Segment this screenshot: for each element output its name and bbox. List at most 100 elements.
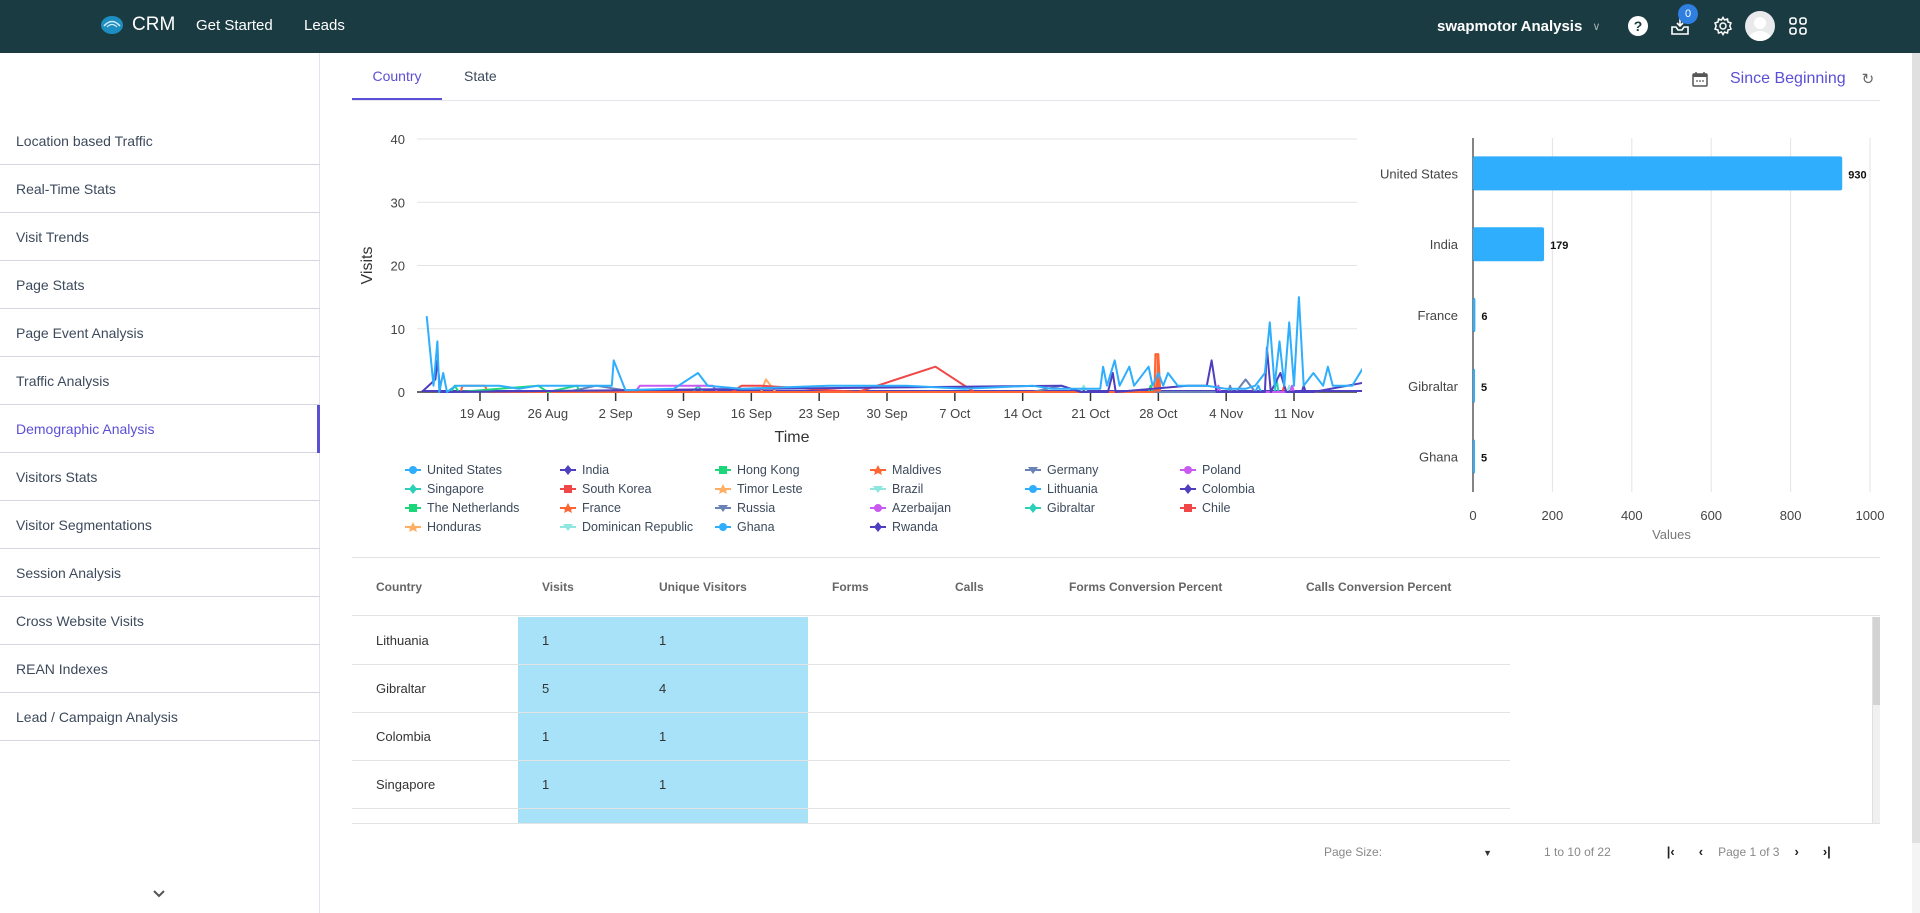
apps-grid-icon[interactable] bbox=[1786, 14, 1810, 38]
col-forms-conversion[interactable]: Forms Conversion Percent bbox=[1045, 580, 1282, 594]
page-scrollbar-thumb[interactable] bbox=[1912, 53, 1920, 843]
table-row[interactable]: Lithuania 1 1 bbox=[352, 617, 1510, 665]
bar-france[interactable] bbox=[1473, 298, 1476, 332]
bar-ghana[interactable] bbox=[1473, 439, 1475, 474]
legend-item[interactable]: South Korea bbox=[560, 481, 715, 497]
sidebar-item-label: Page Stats bbox=[16, 276, 85, 293]
legend-item[interactable]: Honduras bbox=[405, 519, 560, 535]
settings-gear-icon[interactable] bbox=[1711, 14, 1735, 38]
cell-visits: 1 bbox=[518, 761, 635, 808]
legend-item[interactable]: Hong Kong bbox=[715, 462, 870, 478]
legend-item[interactable]: Gibraltar bbox=[1025, 500, 1180, 516]
legend-item[interactable]: Maldives bbox=[870, 462, 1025, 478]
table-row[interactable] bbox=[352, 809, 1510, 824]
sidebar-item-demographic-analysis[interactable]: Demographic Analysis bbox=[0, 405, 320, 453]
legend-item[interactable]: Singapore bbox=[405, 481, 560, 497]
legend-item[interactable]: Lithuania bbox=[1025, 481, 1180, 497]
sidebar-item-rean-indexes[interactable]: REAN Indexes bbox=[0, 645, 320, 693]
legend-item[interactable]: India bbox=[560, 462, 715, 478]
col-forms[interactable]: Forms bbox=[808, 580, 931, 594]
help-icon[interactable]: ? bbox=[1626, 14, 1650, 38]
col-unique-visitors[interactable]: Unique Visitors bbox=[635, 580, 808, 594]
sidebar: Location based Traffic Real-Time Stats Vis… bbox=[0, 53, 320, 913]
bar-value-label: 5 bbox=[1481, 453, 1487, 465]
bar-gibraltar[interactable] bbox=[1473, 368, 1475, 403]
sidebar-item-visitor-segmentations[interactable]: Visitor Segmentations bbox=[0, 501, 320, 549]
tab-state[interactable]: State bbox=[442, 53, 519, 101]
legend-marker-diamond-icon bbox=[1180, 484, 1196, 494]
table-scrollbar-thumb[interactable] bbox=[1873, 617, 1880, 705]
legend-item[interactable]: Chile bbox=[1180, 500, 1335, 516]
col-country[interactable]: Country bbox=[352, 580, 518, 594]
series-line-india[interactable] bbox=[421, 297, 1362, 393]
sidebar-item-page-stats[interactable]: Page Stats bbox=[0, 261, 320, 309]
sidebar-item-visit-trends[interactable]: Visit Trends bbox=[0, 213, 320, 261]
legend-item[interactable]: Azerbaijan bbox=[870, 500, 1025, 516]
sidebar-item-cross-website-visits[interactable]: Cross Website Visits bbox=[0, 597, 320, 645]
col-visits[interactable]: Visits bbox=[518, 580, 635, 594]
legend-label: Dominican Republic bbox=[582, 520, 694, 534]
sidebar-item-lead-campaign-analysis[interactable]: Lead / Campaign Analysis bbox=[0, 693, 320, 741]
nav-leads[interactable]: Leads bbox=[304, 17, 345, 34]
prev-page-button[interactable]: ‹ bbox=[1699, 844, 1703, 859]
table-row[interactable]: Gibraltar 5 4 bbox=[352, 665, 1510, 713]
legend-item[interactable]: Poland bbox=[1180, 462, 1335, 478]
sidebar-item-label: Lead / Campaign Analysis bbox=[16, 708, 178, 725]
legend-label: Rwanda bbox=[892, 520, 938, 534]
table-row[interactable]: Colombia 1 1 bbox=[352, 713, 1510, 761]
chevron-down-icon[interactable] bbox=[152, 889, 166, 899]
tab-country[interactable]: Country bbox=[352, 53, 442, 101]
table-scrollbar[interactable] bbox=[1872, 617, 1880, 824]
legend-item[interactable]: Dominican Republic bbox=[560, 519, 715, 535]
legend-label: Maldives bbox=[892, 463, 942, 477]
tab-bar: Country State bbox=[352, 53, 519, 101]
bar-india[interactable] bbox=[1473, 227, 1545, 262]
date-range-label[interactable]: Since Beginning bbox=[1730, 70, 1846, 88]
cell-unique: 1 bbox=[635, 713, 808, 760]
cell-visits bbox=[518, 809, 635, 824]
crm-logo-icon[interactable] bbox=[100, 15, 124, 35]
legend-item[interactable]: Rwanda bbox=[870, 519, 1025, 535]
legend-item[interactable]: Ghana bbox=[715, 519, 870, 535]
avatar[interactable] bbox=[1745, 11, 1775, 41]
col-calls[interactable]: Calls bbox=[931, 580, 1045, 594]
x-tick-label: 23 Sep bbox=[799, 406, 840, 421]
sidebar-item-label: Session Analysis bbox=[16, 564, 122, 581]
calendar-icon[interactable] bbox=[1692, 71, 1708, 87]
col-calls-conversion[interactable]: Calls Conversion Percent bbox=[1282, 580, 1502, 594]
sidebar-item-label: Page Event Analysis bbox=[16, 324, 144, 341]
legend-item[interactable]: United States bbox=[405, 462, 560, 478]
y-tick-label: 40 bbox=[391, 132, 405, 147]
legend-item[interactable]: Colombia bbox=[1180, 481, 1335, 497]
sidebar-item-real-time-stats[interactable]: Real-Time Stats bbox=[0, 165, 320, 213]
next-page-button[interactable]: › bbox=[1794, 844, 1798, 859]
bar-united-states[interactable] bbox=[1473, 156, 1843, 191]
sidebar-item-location-based-traffic[interactable]: Location based Traffic bbox=[0, 117, 320, 165]
legend-item[interactable]: The Netherlands bbox=[405, 500, 560, 516]
series-line-united-states[interactable] bbox=[425, 209, 1362, 393]
legend-item[interactable]: Germany bbox=[1025, 462, 1180, 478]
legend-item[interactable]: France bbox=[560, 500, 715, 516]
sidebar-item-session-analysis[interactable]: Session Analysis bbox=[0, 549, 320, 597]
legend-item[interactable]: Russia bbox=[715, 500, 870, 516]
legend-item[interactable]: Brazil bbox=[870, 481, 1025, 497]
page-size-label: Page Size: bbox=[1324, 844, 1383, 859]
sidebar-item-visitors-stats[interactable]: Visitors Stats bbox=[0, 453, 320, 501]
last-page-button[interactable]: ›| bbox=[1823, 844, 1831, 859]
brand-name[interactable]: CRM bbox=[132, 14, 175, 36]
legend-item[interactable]: Timor Leste bbox=[715, 481, 870, 497]
x-tick-label: 11 Nov bbox=[1274, 406, 1315, 421]
page-size-select[interactable]: ▼ bbox=[1382, 845, 1492, 859]
first-page-button[interactable]: |‹ bbox=[1667, 844, 1675, 859]
table-row[interactable]: Singapore 1 1 bbox=[352, 761, 1510, 809]
legend-label: Azerbaijan bbox=[892, 501, 952, 515]
refresh-icon[interactable]: ↻ bbox=[1862, 70, 1875, 88]
nav-get-started[interactable]: Get Started bbox=[196, 17, 273, 34]
legend-marker-star-icon bbox=[405, 522, 421, 532]
page-scrollbar[interactable] bbox=[1912, 53, 1920, 913]
sidebar-item-traffic-analysis[interactable]: Traffic Analysis bbox=[0, 357, 320, 405]
cell-unique: 4 bbox=[635, 665, 808, 712]
workspace-selector[interactable]: swapmotor Analysis ∨ bbox=[1437, 18, 1600, 35]
sidebar-item-page-event-analysis[interactable]: Page Event Analysis bbox=[0, 309, 320, 357]
x-tick-label: 4 Nov bbox=[1209, 406, 1243, 421]
